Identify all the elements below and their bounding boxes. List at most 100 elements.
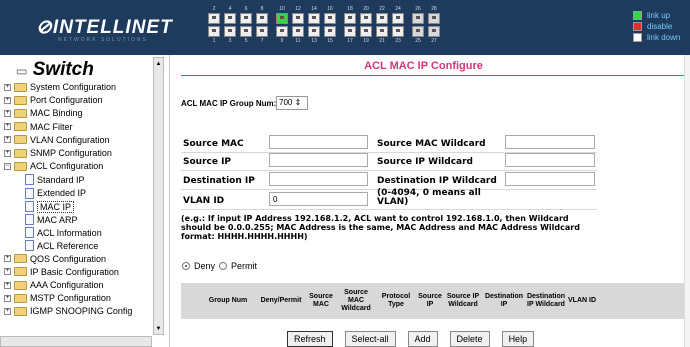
port-icon[interactable] xyxy=(392,13,404,24)
expand-icon[interactable]: + xyxy=(4,294,11,302)
sidebar-item[interactable]: + SNMP Configuration xyxy=(4,148,112,158)
page-scrollbar[interactable] xyxy=(684,55,690,347)
folder-open-icon: ▭ xyxy=(16,64,28,78)
port-icon[interactable] xyxy=(256,26,268,37)
port-number-label: 9 xyxy=(280,38,284,44)
sidebar-item-label: IP Basic Configuration xyxy=(30,266,119,277)
legend-label: link down xyxy=(647,33,681,42)
expand-icon[interactable]: + xyxy=(4,123,11,131)
sidebar-item[interactable]: + VLAN Configuration xyxy=(4,135,110,145)
sidebar-item[interactable]: + MAC Binding xyxy=(4,108,83,118)
scroll-up-icon[interactable]: ▲ xyxy=(155,59,162,69)
port-icon[interactable] xyxy=(224,13,236,24)
port-icon[interactable] xyxy=(392,26,404,37)
source-ip-wildcard-input[interactable] xyxy=(505,153,595,167)
sidebar-item-label: Standard IP xyxy=(37,174,85,185)
refresh-button[interactable]: Refresh xyxy=(287,331,333,347)
port-number-label: 21 xyxy=(379,38,385,44)
port-number-label: 24 xyxy=(395,6,401,12)
collapse-icon[interactable]: − xyxy=(4,162,11,170)
help-button[interactable]: Help xyxy=(501,331,535,347)
port-icon[interactable] xyxy=(256,13,268,24)
port-number-label: 4 xyxy=(228,6,232,12)
port-icon[interactable] xyxy=(308,13,320,24)
table-header-cell: Destination IP Wildcard xyxy=(526,293,566,308)
vlan-id-hint: (0-4094, 0 means all VLAN) xyxy=(377,188,481,207)
group-num-select[interactable]: 700 ⇕ xyxy=(276,96,308,110)
sidebar-item[interactable]: + MAC Filter xyxy=(4,122,73,132)
source-ip-input[interactable] xyxy=(269,153,368,167)
destination-ip-wildcard-input[interactable] xyxy=(505,172,595,186)
port-icon[interactable] xyxy=(360,26,372,37)
sidebar-vertical-scrollbar[interactable]: ▲ ▼ xyxy=(153,57,164,335)
port-icon[interactable] xyxy=(412,13,424,24)
delete-button[interactable]: Delete xyxy=(449,331,490,347)
expand-icon[interactable]: + xyxy=(4,281,11,289)
sidebar-item[interactable]: Extended IP xyxy=(25,187,86,199)
port-number-label: 27 xyxy=(431,38,437,44)
table-header-cell: Source IP xyxy=(418,293,442,308)
port-icon[interactable] xyxy=(412,26,424,37)
port-icon[interactable] xyxy=(292,13,304,24)
sidebar-item[interactable]: MAC IP xyxy=(25,200,75,213)
expand-icon[interactable]: + xyxy=(4,255,11,263)
port-icon[interactable] xyxy=(376,13,388,24)
port-icon[interactable] xyxy=(240,13,252,24)
port-number-label: 5 xyxy=(244,38,248,44)
sidebar-item[interactable]: + IGMP SNOOPING Config xyxy=(4,306,132,316)
sidebar-item[interactable]: Standard IP xyxy=(25,174,85,186)
add-button[interactable]: Add xyxy=(407,331,438,347)
expand-icon[interactable]: + xyxy=(4,268,11,276)
expand-icon[interactable]: + xyxy=(4,149,11,157)
sidebar-item[interactable]: + MSTP Configuration xyxy=(4,293,111,303)
port-number-label: 12 xyxy=(295,6,301,12)
port-icon[interactable] xyxy=(344,13,356,24)
port-icon[interactable] xyxy=(360,13,372,24)
legend-item: link down xyxy=(633,32,680,43)
sidebar-item[interactable]: ACL Reference xyxy=(25,240,98,252)
port-icon[interactable] xyxy=(276,13,288,24)
sidebar-item[interactable]: − ACL Configuration xyxy=(4,161,103,171)
sidebar-item[interactable]: + Port Configuration xyxy=(4,95,103,105)
port-icon[interactable] xyxy=(344,26,356,37)
sidebar-item[interactable]: + IP Basic Configuration xyxy=(4,267,119,277)
port-icon[interactable] xyxy=(208,26,220,37)
deny-radio[interactable] xyxy=(182,262,190,270)
expand-icon[interactable]: + xyxy=(4,136,11,144)
table-header-cell: Source IP Wildcard xyxy=(446,293,480,308)
sidebar-item[interactable]: + QOS Configuration xyxy=(4,254,106,264)
sidebar-item[interactable]: MAC ARP xyxy=(25,214,78,225)
vlan-id-input[interactable] xyxy=(269,192,368,206)
port-icon[interactable] xyxy=(240,26,252,37)
source-mac-wildcard-input[interactable] xyxy=(505,135,595,149)
expand-icon[interactable]: + xyxy=(4,109,11,117)
expand-icon[interactable]: + xyxy=(4,83,11,91)
port-icon[interactable] xyxy=(208,13,220,24)
folder-icon xyxy=(14,267,27,277)
port-icon[interactable] xyxy=(324,13,336,24)
port-icon[interactable] xyxy=(292,26,304,37)
port-icon[interactable] xyxy=(428,13,440,24)
select-all-button[interactable]: Select-all xyxy=(344,331,396,347)
permit-radio[interactable] xyxy=(219,262,228,270)
sidebar-item[interactable]: + AAA Configuration xyxy=(4,280,104,290)
destination-ip-input[interactable] xyxy=(269,172,368,186)
folder-icon xyxy=(14,280,27,290)
port-icon[interactable] xyxy=(308,26,320,37)
expand-icon[interactable]: + xyxy=(4,96,11,104)
port-icon[interactable] xyxy=(276,26,288,37)
port-icon[interactable] xyxy=(376,26,388,37)
port-icon[interactable] xyxy=(224,26,236,37)
sidebar-item[interactable]: ACL Information xyxy=(25,227,102,239)
port-icon[interactable] xyxy=(324,26,336,37)
destination-ip-label: Destination IP xyxy=(183,176,255,186)
sidebar: ▭ Switch + System Configuration + Port Conf… xyxy=(0,55,170,347)
sidebar-item[interactable]: + System Configuration xyxy=(4,82,116,92)
expand-icon[interactable]: + xyxy=(4,307,11,315)
sidebar-horizontal-scrollbar[interactable] xyxy=(0,336,152,347)
sidebar-item-label: IGMP SNOOPING Config xyxy=(30,306,133,317)
scroll-down-icon[interactable]: ▼ xyxy=(155,324,162,334)
title-divider xyxy=(181,75,686,76)
port-icon[interactable] xyxy=(428,26,440,37)
source-mac-input[interactable] xyxy=(269,135,368,149)
